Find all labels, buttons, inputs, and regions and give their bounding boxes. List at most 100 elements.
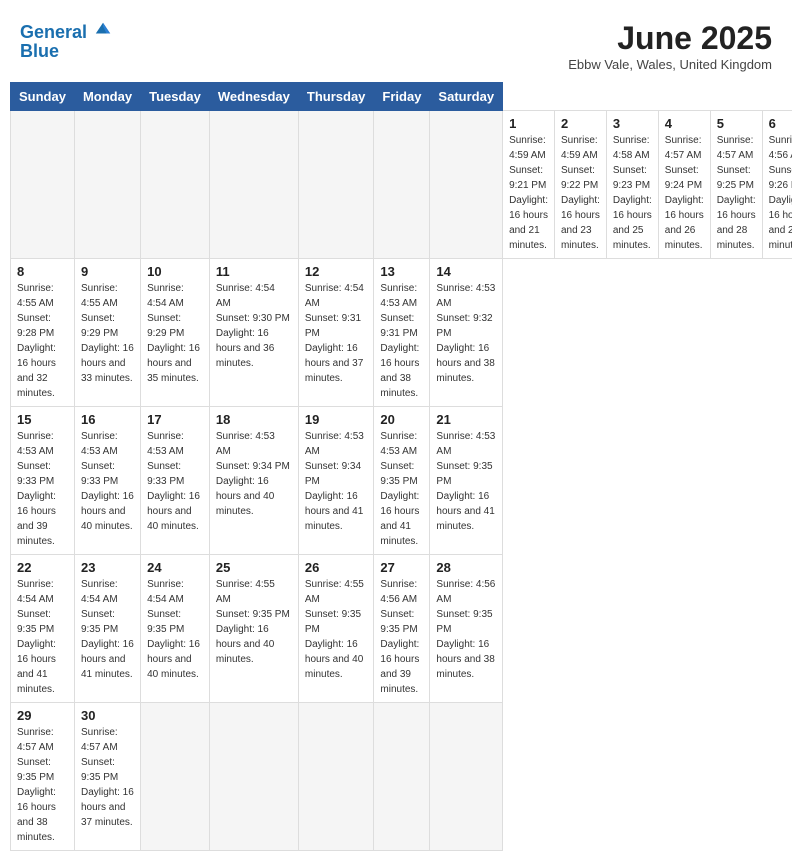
day-number: 6 [769,116,792,131]
daylight: Daylight: 16 hours and 23 minutes. [561,193,600,253]
daylight: Daylight: 16 hours and 28 minutes. [717,193,756,253]
calendar-cell [430,703,503,851]
sunrise: Sunrise: 4:53 AM [216,429,292,459]
sunset: Sunset: 9:29 PM [81,311,134,341]
day-number: 13 [380,264,423,279]
day-number: 3 [613,116,652,131]
daylight: Daylight: 16 hours and 38 minutes. [380,341,423,401]
calendar-cell [209,111,298,259]
location: Ebbw Vale, Wales, United Kingdom [568,57,772,72]
calendar-cell: 6 Sunrise: 4:56 AM Sunset: 9:26 PM Dayli… [762,111,792,259]
day-info: Sunrise: 4:54 AM Sunset: 9:35 PM Dayligh… [17,577,68,697]
sunrise: Sunrise: 4:53 AM [147,429,203,459]
col-wednesday: Wednesday [209,83,298,111]
logo-icon [94,20,112,38]
page-header: General Blue June 2025 Ebbw Vale, Wales,… [10,10,782,77]
daylight: Daylight: 16 hours and 32 minutes. [17,341,68,401]
daylight: Daylight: 16 hours and 41 minutes. [81,637,134,682]
calendar-cell: 13 Sunrise: 4:53 AM Sunset: 9:31 PM Dayl… [374,259,430,407]
sunset: Sunset: 9:29 PM [147,311,203,341]
calendar-header-row: Sunday Monday Tuesday Wednesday Thursday… [11,83,792,111]
daylight: Daylight: 16 hours and 26 minutes. [665,193,704,253]
sunrise: Sunrise: 4:55 AM [81,281,134,311]
sunrise: Sunrise: 4:59 AM [509,133,548,163]
daylight: Daylight: 16 hours and 39 minutes. [17,489,68,549]
calendar-cell: 10 Sunrise: 4:54 AM Sunset: 9:29 PM Dayl… [141,259,210,407]
day-number: 15 [17,412,68,427]
calendar-cell [141,111,210,259]
day-info: Sunrise: 4:55 AM Sunset: 9:35 PM Dayligh… [216,577,292,667]
day-number: 11 [216,264,292,279]
daylight: Daylight: 16 hours and 41 minutes. [436,489,496,534]
calendar-cell: 27 Sunrise: 4:56 AM Sunset: 9:35 PM Dayl… [374,555,430,703]
calendar-cell: 5 Sunrise: 4:57 AM Sunset: 9:25 PM Dayli… [710,111,762,259]
week-row-5: 29 Sunrise: 4:57 AM Sunset: 9:35 PM Dayl… [11,703,792,851]
sunrise: Sunrise: 4:56 AM [769,133,792,163]
day-info: Sunrise: 4:57 AM Sunset: 9:25 PM Dayligh… [717,133,756,253]
daylight: Daylight: 16 hours and 41 minutes. [17,637,68,697]
day-info: Sunrise: 4:57 AM Sunset: 9:35 PM Dayligh… [17,725,68,845]
daylight: Daylight: 16 hours and 40 minutes. [216,474,292,519]
calendar-cell: 11 Sunrise: 4:54 AM Sunset: 9:30 PM Dayl… [209,259,298,407]
day-info: Sunrise: 4:53 AM Sunset: 9:33 PM Dayligh… [17,429,68,549]
day-number: 2 [561,116,600,131]
day-number: 5 [717,116,756,131]
calendar-cell [74,111,140,259]
calendar-cell: 1 Sunrise: 4:59 AM Sunset: 9:21 PM Dayli… [503,111,555,259]
calendar-cell: 22 Sunrise: 4:54 AM Sunset: 9:35 PM Dayl… [11,555,75,703]
daylight: Daylight: 16 hours and 37 minutes. [305,341,368,386]
calendar-cell: 15 Sunrise: 4:53 AM Sunset: 9:33 PM Dayl… [11,407,75,555]
logo-text: General [20,20,112,43]
day-number: 18 [216,412,292,427]
col-friday: Friday [374,83,430,111]
sunrise: Sunrise: 4:56 AM [380,577,423,607]
calendar-cell: 20 Sunrise: 4:53 AM Sunset: 9:35 PM Dayl… [374,407,430,555]
sunrise: Sunrise: 4:54 AM [147,281,203,311]
calendar-cell [374,111,430,259]
daylight: Daylight: 16 hours and 40 minutes. [81,489,134,534]
sunset: Sunset: 9:26 PM [769,163,792,193]
calendar-cell: 23 Sunrise: 4:54 AM Sunset: 9:35 PM Dayl… [74,555,140,703]
day-info: Sunrise: 4:59 AM Sunset: 9:21 PM Dayligh… [509,133,548,253]
day-number: 17 [147,412,203,427]
title-section: June 2025 Ebbw Vale, Wales, United Kingd… [568,20,772,72]
day-info: Sunrise: 4:53 AM Sunset: 9:35 PM Dayligh… [380,429,423,549]
day-info: Sunrise: 4:56 AM Sunset: 9:35 PM Dayligh… [436,577,496,682]
calendar-cell [11,111,75,259]
calendar-cell: 21 Sunrise: 4:53 AM Sunset: 9:35 PM Dayl… [430,407,503,555]
sunset: Sunset: 9:34 PM [305,459,368,489]
week-row-3: 15 Sunrise: 4:53 AM Sunset: 9:33 PM Dayl… [11,407,792,555]
sunrise: Sunrise: 4:55 AM [305,577,368,607]
day-info: Sunrise: 4:58 AM Sunset: 9:23 PM Dayligh… [613,133,652,253]
day-number: 26 [305,560,368,575]
sunrise: Sunrise: 4:57 AM [717,133,756,163]
sunset: Sunset: 9:35 PM [216,607,292,622]
day-info: Sunrise: 4:53 AM Sunset: 9:32 PM Dayligh… [436,281,496,386]
calendar-cell: 14 Sunrise: 4:53 AM Sunset: 9:32 PM Dayl… [430,259,503,407]
calendar-cell: 12 Sunrise: 4:54 AM Sunset: 9:31 PM Dayl… [298,259,374,407]
calendar-cell: 9 Sunrise: 4:55 AM Sunset: 9:29 PM Dayli… [74,259,140,407]
day-info: Sunrise: 4:54 AM Sunset: 9:30 PM Dayligh… [216,281,292,371]
sunrise: Sunrise: 4:56 AM [436,577,496,607]
day-number: 28 [436,560,496,575]
day-info: Sunrise: 4:54 AM Sunset: 9:29 PM Dayligh… [147,281,203,386]
week-row-4: 22 Sunrise: 4:54 AM Sunset: 9:35 PM Dayl… [11,555,792,703]
daylight: Daylight: 16 hours and 39 minutes. [380,637,423,697]
day-number: 30 [81,708,134,723]
calendar-cell [374,703,430,851]
sunrise: Sunrise: 4:54 AM [147,577,203,607]
calendar-cell: 18 Sunrise: 4:53 AM Sunset: 9:34 PM Dayl… [209,407,298,555]
sunrise: Sunrise: 4:54 AM [81,577,134,607]
sunset: Sunset: 9:34 PM [216,459,292,474]
col-tuesday: Tuesday [141,83,210,111]
sunrise: Sunrise: 4:54 AM [305,281,368,311]
daylight: Daylight: 16 hours and 38 minutes. [436,341,496,386]
daylight: Daylight: 16 hours and 33 minutes. [81,341,134,386]
calendar-cell: 28 Sunrise: 4:56 AM Sunset: 9:35 PM Dayl… [430,555,503,703]
sunset: Sunset: 9:32 PM [436,311,496,341]
calendar-cell: 30 Sunrise: 4:57 AM Sunset: 9:35 PM Dayl… [74,703,140,851]
sunrise: Sunrise: 4:53 AM [436,429,496,459]
day-info: Sunrise: 4:53 AM Sunset: 9:33 PM Dayligh… [147,429,203,534]
daylight: Daylight: 16 hours and 35 minutes. [147,341,203,386]
calendar-cell: 26 Sunrise: 4:55 AM Sunset: 9:35 PM Dayl… [298,555,374,703]
